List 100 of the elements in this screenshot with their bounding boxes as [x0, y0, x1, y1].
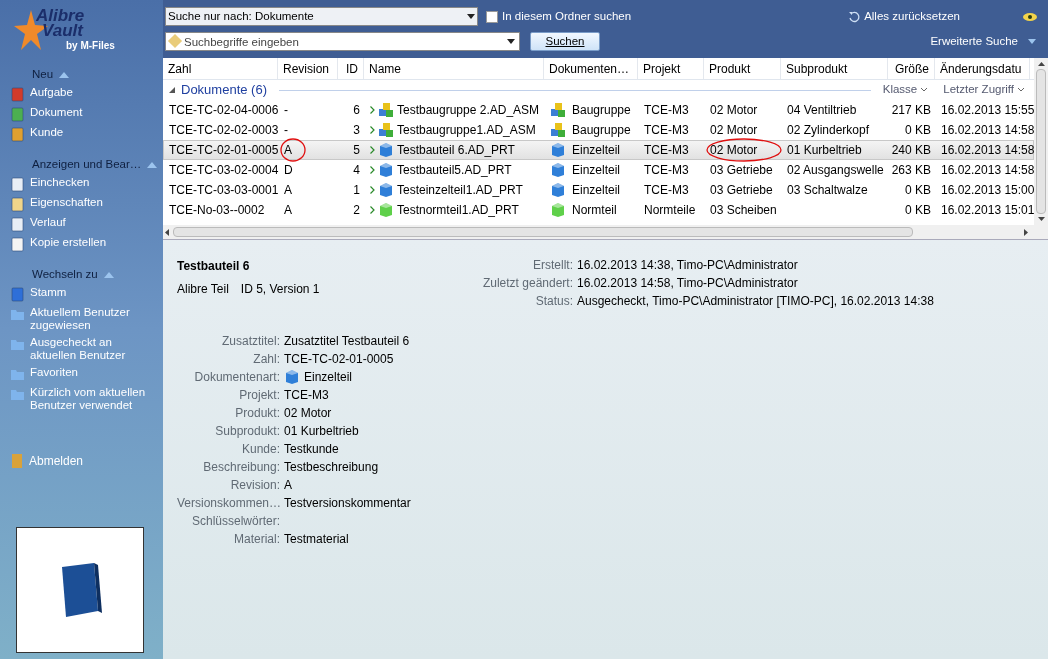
- table-row[interactable]: TCE-TC-02-04-0006 - 6 Testbaugruppe 2.AD_ASM Baugruppe TCE-M3 02 Motor 04 Ventiltrieb 217 KB 16.02.2013 15:55: [163, 100, 1034, 120]
- table-cell-text: -: [284, 102, 288, 119]
- table-cell-text: 16.02.2013 15:55: [941, 102, 1035, 119]
- property-label: Dokumentenart:: [193, 369, 280, 386]
- table-cell-text: 263 KB: [891, 162, 931, 179]
- property-label: Projekt:: [238, 387, 280, 404]
- column-header[interactable]: Zahl: [163, 58, 278, 79]
- column-header[interactable]: Größe: [888, 58, 935, 79]
- property-value: Testbeschreibung: [284, 459, 379, 476]
- table-cell-text: 240 KB: [891, 142, 931, 159]
- table-cell-text: 0 KB: [905, 122, 931, 139]
- column-header[interactable]: ID: [338, 58, 364, 79]
- chevron-right-icon[interactable]: [370, 206, 375, 214]
- property-label: Zusatztitel:: [220, 333, 280, 350]
- logo-text: Alibre: [36, 8, 86, 23]
- folder-icon: [10, 367, 25, 382]
- table-cell-text: TCE-No-03--0002: [169, 202, 265, 219]
- table-cell-text: 03 Getriebe: [710, 162, 773, 179]
- property-label: Kunde:: [240, 441, 280, 458]
- sort-option[interactable]: Klasse: [882, 81, 918, 99]
- column-header[interactable]: Dokumenten…: [544, 58, 638, 79]
- column-header[interactable]: Produkt: [704, 58, 781, 79]
- column-header[interactable]: Projekt: [638, 58, 704, 79]
- dropdown-arrow-icon[interactable]: [507, 39, 515, 44]
- vertical-scrollbar[interactable]: [1034, 58, 1048, 225]
- table-cell-text: 02 Motor: [710, 102, 758, 119]
- folder-checkbox[interactable]: [486, 10, 498, 23]
- chevron-right-icon[interactable]: [370, 166, 375, 174]
- expand-triangle-icon[interactable]: [169, 87, 175, 93]
- cube-icon: [378, 202, 394, 218]
- cube-icon: [378, 142, 394, 158]
- column-header[interactable]: Revision: [278, 58, 338, 79]
- table-cell-text: 6: [353, 102, 360, 119]
- table-cell-text: 1: [353, 182, 360, 199]
- sort-option[interactable]: Letzter Zugriff: [943, 81, 1014, 99]
- table-row[interactable]: TCE-TC-02-01-0005 A 5 Testbauteil 6.AD_PRT Einzelteil TCE-M3 02 Motor 01 Kurbeltrieb 240 KB 16.02.2013 14:58: [163, 140, 1034, 160]
- sidebar-link[interactable]: Kopie erstellen: [30, 236, 107, 249]
- property-label: Produkt:: [234, 405, 280, 422]
- property-value: 01 Kurbeltrieb: [284, 423, 359, 440]
- chevron-right-icon[interactable]: [370, 146, 375, 154]
- chevron-right-icon[interactable]: [370, 126, 375, 134]
- class-label: Alibre Teil: [177, 281, 229, 298]
- table-cell-text: -: [284, 122, 288, 139]
- checkbox-label: In diesem Ordner suchen: [502, 8, 632, 24]
- chevron-right-icon[interactable]: [370, 106, 375, 114]
- group-header[interactable]: Dokumente (6): [181, 80, 267, 100]
- chevron-right-icon[interactable]: [370, 186, 375, 194]
- advanced-search-link[interactable]: Erweiterte Suche: [930, 32, 1018, 51]
- cube-icon: [378, 182, 394, 198]
- scroll-left-icon[interactable]: [165, 228, 169, 236]
- table-cell-text: Baugruppe: [572, 122, 631, 139]
- column-header[interactable]: Änderungsdatu: [935, 58, 1030, 79]
- section-heading: Wechseln zu: [32, 267, 98, 283]
- sidebar-link[interactable]: Einchecken: [30, 176, 90, 189]
- table-cell-text: 3: [353, 122, 360, 139]
- horizontal-scrollbar[interactable]: [163, 225, 1048, 239]
- cube-icon: [284, 369, 300, 385]
- chevron-down-icon[interactable]: [1018, 88, 1024, 92]
- scroll-down-icon[interactable]: [1037, 217, 1045, 221]
- cube-group-icon: [378, 102, 394, 118]
- property-value: 02 Motor: [284, 405, 332, 422]
- meta-label: Erstellt:: [532, 256, 573, 274]
- reset-icon[interactable]: [848, 10, 861, 23]
- table-cell-text: A: [284, 202, 292, 219]
- sidebar-link[interactable]: Kunde: [30, 126, 64, 139]
- table-cell-text: TCE-TC-02-02-0003: [169, 122, 279, 139]
- search-button[interactable]: Suchen: [530, 32, 600, 51]
- search-field[interactable]: Suchbegriffe eingeben: [165, 32, 520, 51]
- property-value: TCE-TC-02-01-0005: [284, 351, 394, 368]
- scroll-up-icon[interactable]: [1037, 62, 1045, 66]
- table-row[interactable]: TCE-No-03--0002 A 2 Testnormteil1.AD_PRT Normteil Normteile 03 Scheiben 0 KB 16.02.2013 15:01: [163, 200, 1034, 220]
- table-cell-text: Testnormteil1.AD_PRT: [397, 202, 519, 219]
- sidebar-link[interactable]: Verlauf: [30, 216, 66, 229]
- logo-byline: by M-Files: [66, 39, 115, 53]
- table-row[interactable]: TCE-TC-03-03-0001 A 1 Testeinzelteil1.AD_PRT Einzelteil TCE-M3 03 Getriebe 03 Schaltwalze 0 KB 16.02.2013 15:00: [163, 180, 1034, 200]
- collapse-caret-icon[interactable]: [59, 72, 70, 78]
- table-cell-text: 16.02.2013 15:01: [941, 202, 1035, 219]
- table-cell-text: 16.02.2013 15:00: [941, 182, 1035, 199]
- chevron-down-icon[interactable]: [921, 88, 928, 92]
- table-cell-text: 4: [353, 162, 360, 179]
- cube-icon: [378, 162, 394, 178]
- scroll-right-icon[interactable]: [1024, 228, 1028, 236]
- logo-text: Vault: [42, 23, 85, 38]
- table-cell-text: TCE-M3: [644, 182, 689, 199]
- sidebar-link[interactable]: Aufgabe: [30, 86, 73, 99]
- dropdown-arrow-icon[interactable]: [467, 14, 475, 19]
- column-header[interactable]: Name: [364, 58, 544, 79]
- tag-icon: [167, 33, 183, 49]
- scope-dropdown[interactable]: Suche nur nach: Dokumente: [165, 7, 478, 26]
- table-cell-text: TCE-M3: [644, 122, 689, 139]
- table-row[interactable]: TCE-TC-02-02-0003 - 3 Testbaugruppe1.AD_ASM Baugruppe TCE-M3 02 Motor 02 Zylinderkopf 0 KB 16.02.2013 14:58: [163, 120, 1034, 140]
- column-header[interactable]: Subprodukt: [781, 58, 888, 79]
- property-value: A: [284, 477, 292, 494]
- table-cell-text: TCE-TC-02-04-0006: [169, 102, 279, 119]
- sidebar-link[interactable]: Eigenschaften: [30, 196, 103, 209]
- meta-label: Status:: [534, 292, 573, 310]
- reset-link[interactable]: Alles zurücksetzen: [864, 7, 960, 26]
- table-row[interactable]: TCE-TC-03-02-0004 D 4 Testbauteil5.AD_PRT Einzelteil TCE-M3 03 Getriebe 02 Ausgangswelle 263 KB 16.02.2013 14:58: [163, 160, 1034, 180]
- eye-icon[interactable]: [1022, 10, 1038, 23]
- sidebar-link[interactable]: Dokument: [30, 106, 83, 119]
